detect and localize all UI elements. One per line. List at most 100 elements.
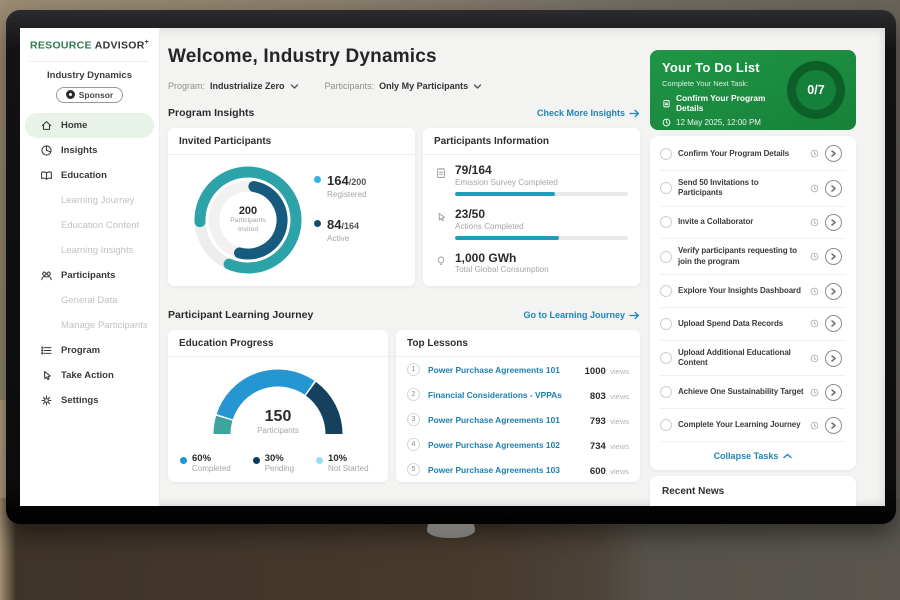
sidebar-item-insights[interactable]: Insights bbox=[25, 138, 154, 163]
lesson-row: 1 Power Purchase Agreements 101 1000 vie… bbox=[396, 357, 640, 382]
brand-plus: + bbox=[145, 39, 149, 46]
legend-registered: 164/200 Registered bbox=[314, 172, 367, 199]
lesson-row: 3 Power Purchase Agreements 101 793 view… bbox=[396, 407, 640, 432]
education-icon bbox=[40, 169, 53, 182]
gauge-center-label: 150 Participants bbox=[228, 408, 328, 435]
progress-bar bbox=[455, 236, 628, 240]
sidebar-item-education[interactable]: Education bbox=[25, 163, 154, 188]
sidebar-item-general-data[interactable]: General Data bbox=[25, 288, 154, 313]
task-open-button[interactable] bbox=[825, 180, 842, 197]
stat-label: Actions Completed bbox=[455, 222, 628, 231]
lesson-link[interactable]: Financial Considerations - VPPAs bbox=[428, 390, 582, 400]
clock-icon bbox=[810, 319, 819, 328]
task-row: Verify participants requesting to join t… bbox=[660, 239, 846, 275]
sponsor-badge[interactable]: Sponsor bbox=[56, 87, 123, 103]
task-checkbox[interactable] bbox=[660, 318, 672, 330]
legend-dot bbox=[314, 176, 321, 183]
participants-dropdown-label: Participants: bbox=[325, 81, 375, 91]
task-row: Send 50 Invitations to Participants bbox=[660, 171, 846, 207]
task-open-button[interactable] bbox=[825, 283, 842, 300]
sidebar-item-home[interactable]: Home bbox=[25, 113, 154, 138]
sidebar-item-label: Take Action bbox=[61, 370, 114, 381]
lesson-rank-badge: 1 bbox=[407, 363, 420, 376]
program-dropdown[interactable]: Program: Industrialize Zero bbox=[168, 81, 299, 91]
section-title: Participant Learning Journey bbox=[168, 309, 313, 321]
task-checkbox[interactable] bbox=[660, 148, 672, 160]
check-more-insights-link[interactable]: Check More Insights bbox=[537, 108, 640, 118]
lesson-views: 734 views bbox=[590, 436, 629, 454]
stat-row: 23/50 Actions Completed bbox=[435, 208, 628, 240]
sidebar-item-take-action[interactable]: Take Action bbox=[25, 363, 154, 388]
sidebar-item-manage-participants[interactable]: Manage Participants bbox=[25, 313, 154, 338]
brand-logo: RESOURCE ADVISOR+ bbox=[20, 28, 159, 52]
arrow-right-icon bbox=[629, 109, 640, 118]
task-open-button[interactable] bbox=[825, 248, 842, 265]
task-row: Upload Additional Educational Content bbox=[660, 341, 846, 377]
collapse-tasks-link[interactable]: Collapse Tasks bbox=[660, 442, 846, 470]
legend-completed: 60% Completed bbox=[180, 453, 231, 473]
sidebar-item-program[interactable]: Program bbox=[25, 338, 154, 363]
todo-task-list-card: Confirm Your Program Details Send 50 Inv… bbox=[650, 136, 856, 470]
sidebar-item-label: Home bbox=[61, 120, 87, 131]
stat-label: Total Global Consumption bbox=[455, 265, 628, 274]
sidebar-item-learning-journey[interactable]: Learning Journey bbox=[25, 188, 154, 213]
stat-body: 1,000 GWh Total Global Consumption bbox=[455, 252, 628, 275]
go-to-learning-journey-link[interactable]: Go to Learning Journey bbox=[523, 310, 640, 320]
active-value: 84 bbox=[327, 217, 341, 232]
participants-icon bbox=[40, 269, 53, 282]
legend-pct: 30% bbox=[265, 453, 294, 464]
legend-dot bbox=[316, 457, 323, 464]
lesson-link[interactable]: Power Purchase Agreements 103 bbox=[428, 465, 582, 475]
task-checkbox[interactable] bbox=[660, 216, 672, 228]
views-suffix: views bbox=[610, 467, 629, 476]
clock-icon bbox=[810, 421, 819, 430]
views-suffix: views bbox=[610, 392, 629, 401]
task-checkbox[interactable] bbox=[660, 352, 672, 364]
task-open-button[interactable] bbox=[825, 214, 842, 231]
sidebar-item-learning-insights[interactable]: Learning Insights bbox=[25, 238, 154, 263]
legend-dot bbox=[180, 457, 187, 464]
task-label: Upload Additional Educational Content bbox=[678, 348, 804, 369]
task-checkbox[interactable] bbox=[660, 251, 672, 263]
arrow-right-icon bbox=[629, 311, 640, 320]
education-progress-card: Education Progress 150 Participants 60% … bbox=[168, 330, 388, 482]
task-open-button[interactable] bbox=[825, 350, 842, 367]
program-dropdown-value: Industrialize Zero bbox=[210, 81, 285, 91]
sidebar-item-label: Settings bbox=[61, 395, 98, 406]
todo-next-task: Confirm Your Program Details bbox=[662, 93, 794, 113]
sidebar: RESOURCE ADVISOR+ Industry Dynamics Spon… bbox=[20, 28, 160, 506]
stat-value: 23/50 bbox=[455, 208, 628, 222]
stat-value: 1,000 GWh bbox=[455, 252, 628, 266]
donut-center-label: 200 Participants Invited bbox=[188, 160, 308, 280]
task-checkbox[interactable] bbox=[660, 386, 672, 398]
lesson-link[interactable]: Power Purchase Agreements 101 bbox=[428, 365, 577, 375]
recent-news-card: Recent News bbox=[650, 476, 856, 506]
invited-total-label-1: Participants bbox=[230, 217, 266, 226]
progress-fill bbox=[455, 236, 559, 240]
sidebar-item-participants[interactable]: Participants bbox=[25, 263, 154, 288]
task-checkbox[interactable] bbox=[660, 182, 672, 194]
sidebar-item-education-content[interactable]: Education Content bbox=[25, 213, 154, 238]
sidebar-item-settings[interactable]: Settings bbox=[25, 388, 154, 413]
task-row: Upload Spend Data Records bbox=[660, 308, 846, 341]
task-open-button[interactable] bbox=[825, 315, 842, 332]
sidebar-item-label: Learning Insights bbox=[61, 245, 133, 256]
lesson-link[interactable]: Power Purchase Agreements 102 bbox=[428, 440, 582, 450]
task-label: Complete Your Learning Journey bbox=[678, 420, 804, 430]
legend-pct: 60% bbox=[192, 453, 231, 464]
program-icon bbox=[40, 344, 53, 357]
lesson-link[interactable]: Power Purchase Agreements 101 bbox=[428, 415, 582, 425]
top-lessons-card: Top Lessons 1 Power Purchase Agreements … bbox=[396, 330, 640, 482]
active-total: /164 bbox=[341, 221, 359, 231]
participants-dropdown[interactable]: Participants: Only My Participants bbox=[325, 81, 483, 91]
task-checkbox[interactable] bbox=[660, 419, 672, 431]
task-checkbox[interactable] bbox=[660, 285, 672, 297]
task-open-button[interactable] bbox=[825, 145, 842, 162]
legend-label: Completed bbox=[192, 464, 231, 473]
sponsor-icon bbox=[66, 90, 75, 99]
stat-body: 23/50 Actions Completed bbox=[455, 208, 628, 240]
participants-information-card: Participants Information 79/164 Emission… bbox=[423, 128, 640, 286]
task-open-button[interactable] bbox=[825, 417, 842, 434]
views-count: 1000 bbox=[585, 366, 606, 377]
task-open-button[interactable] bbox=[825, 384, 842, 401]
